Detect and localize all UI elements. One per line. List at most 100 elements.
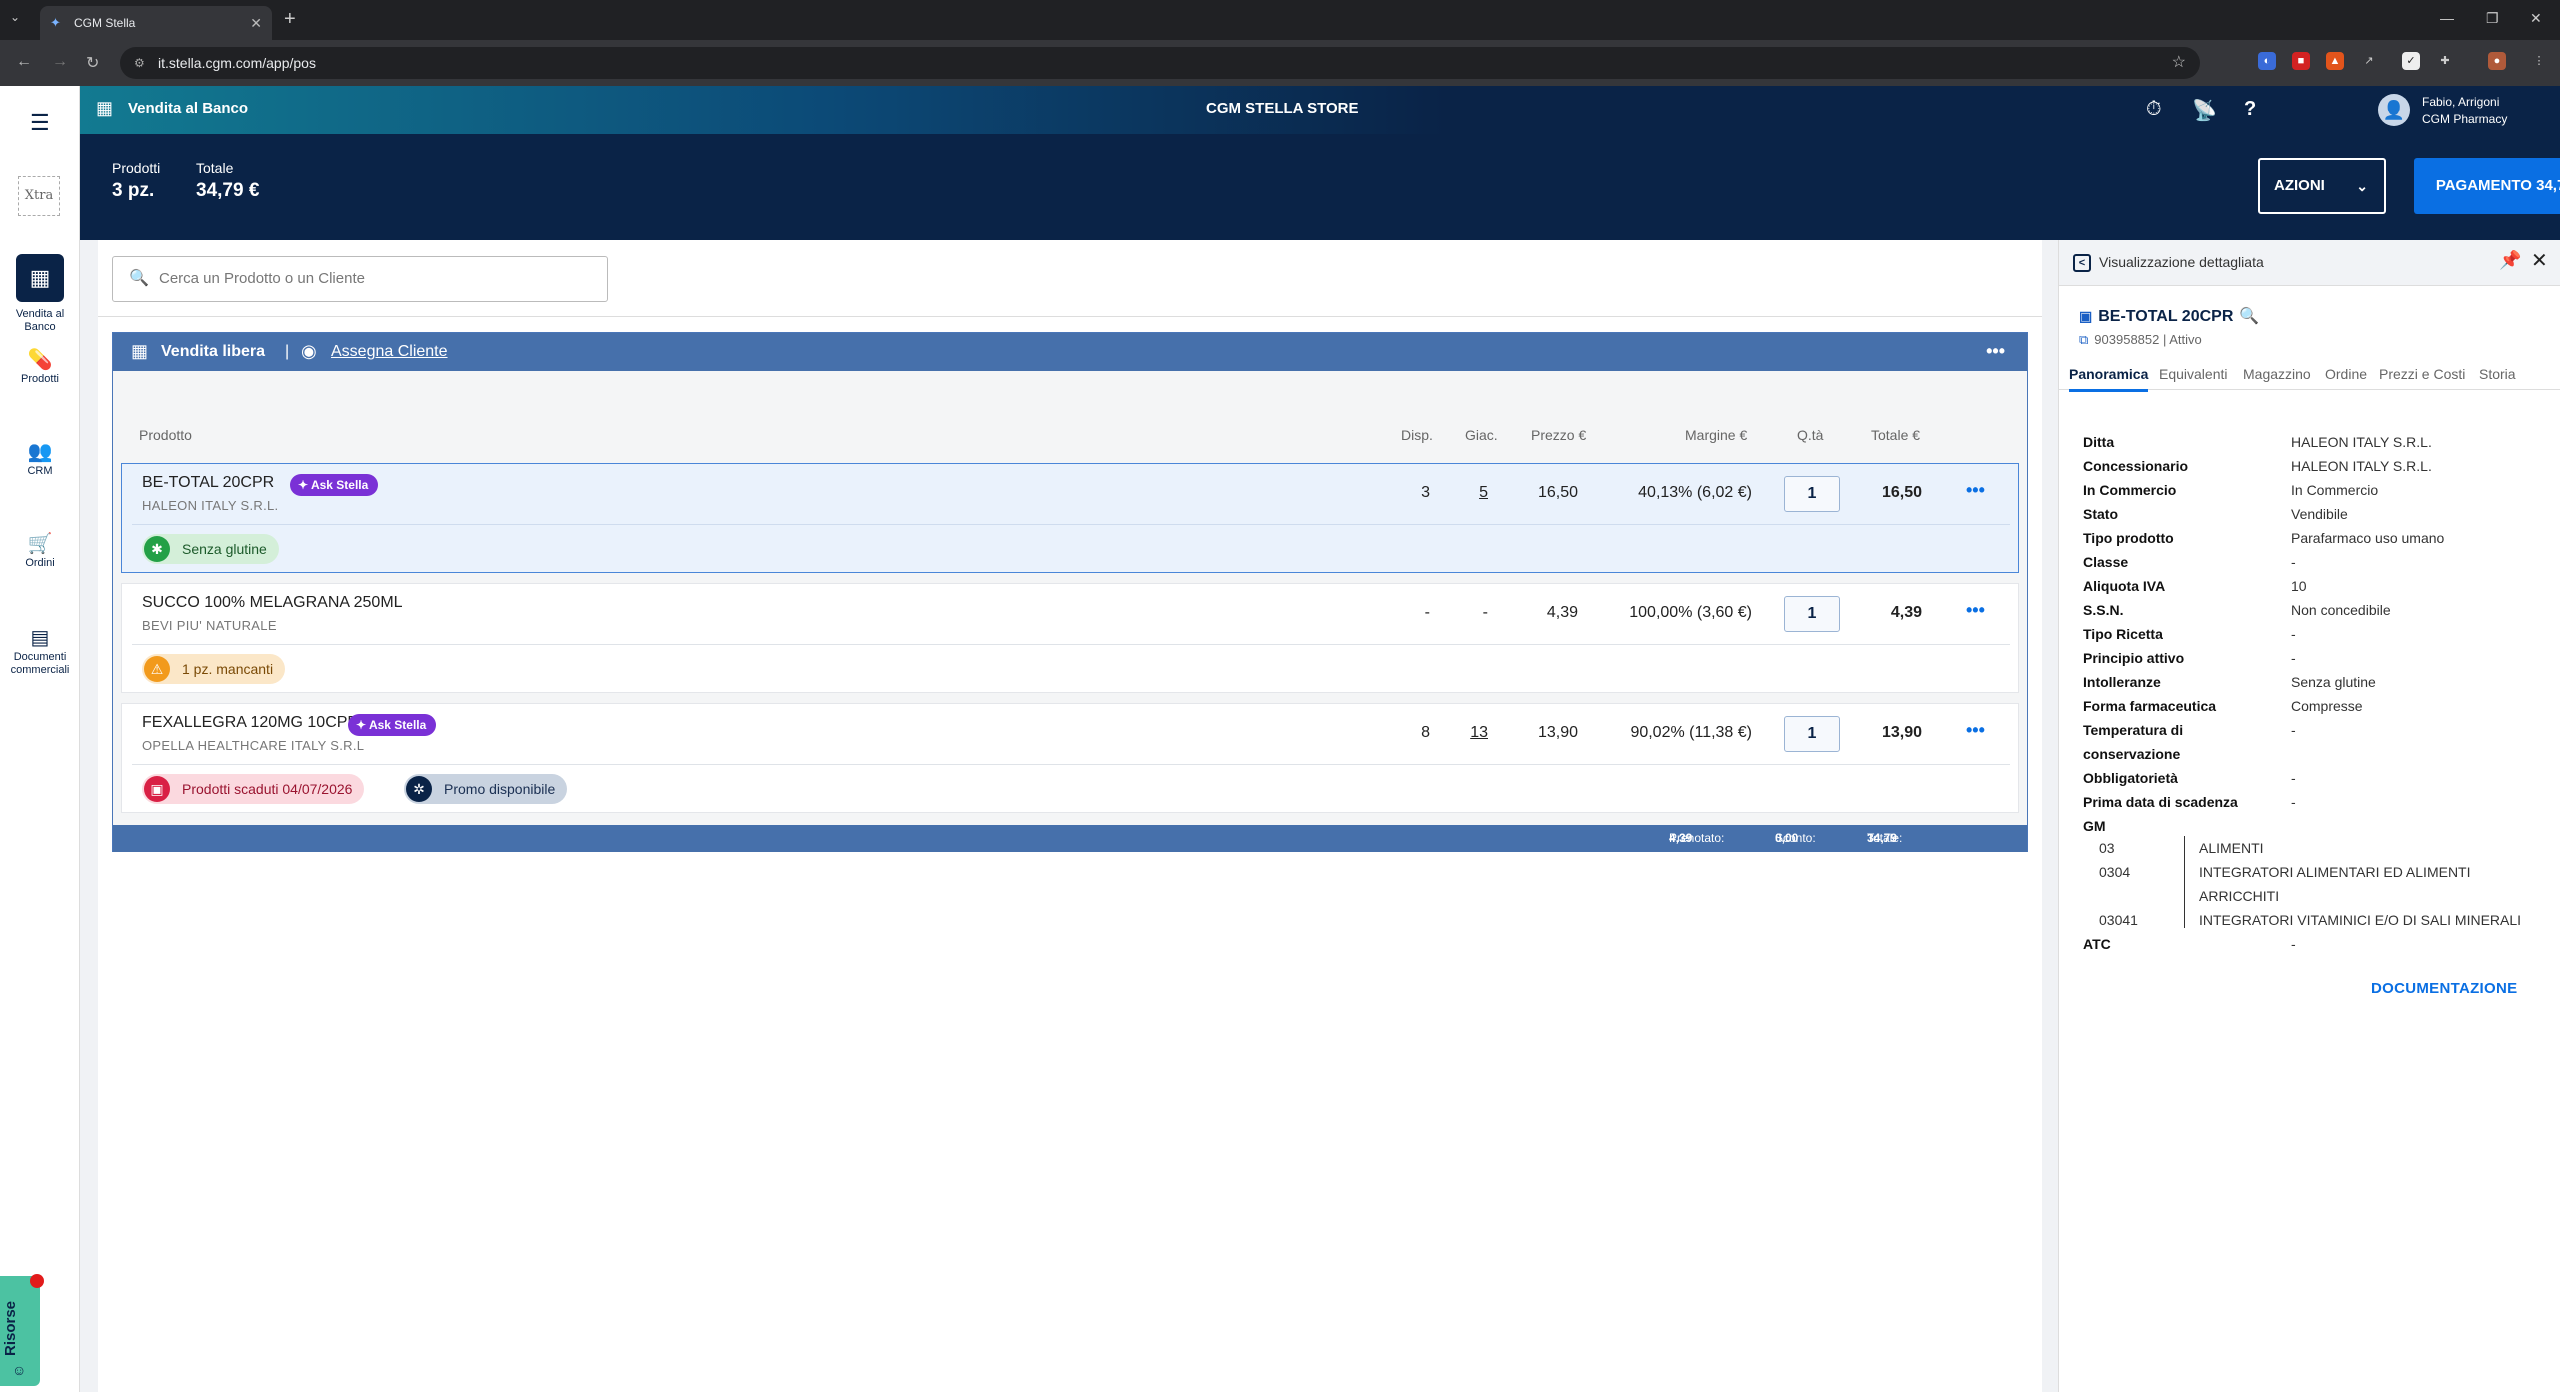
- address-bar[interactable]: ⚙ it.stella.cgm.com/app/pos ☆: [120, 47, 2200, 79]
- window-close-icon[interactable]: ✕: [2530, 10, 2542, 27]
- search-icon: 🔍: [129, 270, 149, 287]
- browser-tab[interactable]: ✦ CGM Stella ✕: [40, 6, 272, 40]
- timer-icon[interactable]: ⏱: [2146, 98, 2162, 121]
- xtra-logo[interactable]: Xtra: [18, 176, 60, 216]
- product-name: SUCCO 100% MELAGRANA 250ML: [142, 594, 403, 611]
- disp-value: -: [1424, 604, 1430, 621]
- minimize-icon[interactable]: —: [2440, 10, 2454, 26]
- tab-equivalenti[interactable]: Equivalenti: [2159, 366, 2228, 382]
- detail-field-row: Concessionario HALEON ITALY S.R.L.: [2083, 454, 2543, 478]
- row-more-icon[interactable]: •••: [1966, 600, 1985, 621]
- field-value: 10: [2291, 578, 2307, 594]
- table-row[interactable]: BE-TOTAL 20CPR ✦ Ask Stella HALEON ITALY…: [121, 463, 2019, 573]
- restore-icon[interactable]: ❐: [2486, 10, 2499, 27]
- reload-icon[interactable]: ↻: [86, 53, 99, 73]
- sidebar-item-label: Documenti commerciali: [10, 651, 70, 676]
- assign-customer-link[interactable]: Assegna Cliente: [331, 343, 448, 361]
- tab-search-icon[interactable]: ⌄: [10, 10, 20, 24]
- quantity-input[interactable]: 1: [1784, 596, 1840, 632]
- help-icon[interactable]: ?: [2244, 98, 2256, 121]
- sidebar-item-prodotti[interactable]: 💊 Prodotti: [0, 350, 80, 386]
- profile-avatar-icon[interactable]: ●: [2488, 52, 2506, 70]
- user-info[interactable]: Fabio, Arrigoni CGM Pharmacy: [2422, 94, 2507, 128]
- browser-tab-title: CGM Stella: [74, 16, 136, 30]
- product-maker: BEVI PIU' NATURALE: [142, 618, 277, 633]
- search-input[interactable]: 🔍 Cerca un Prodotto o un Cliente: [112, 256, 608, 302]
- sidebar-item-vendita[interactable]: ▦ Vendita al Banco: [0, 254, 80, 334]
- row-divider: [132, 524, 2010, 525]
- product-name: FEXALLEGRA 120MG 10CPR: [142, 714, 359, 731]
- broadcast-icon[interactable]: 📡: [2192, 98, 2217, 123]
- row-more-icon[interactable]: •••: [1966, 720, 1985, 741]
- field-label: Intolleranze: [2083, 674, 2161, 690]
- bookmark-star-icon[interactable]: ☆: [2172, 47, 2186, 79]
- field-value: Compresse: [2291, 698, 2363, 714]
- field-label: Principio attivo: [2083, 650, 2185, 666]
- giac-link[interactable]: 5: [1448, 484, 1488, 502]
- close-icon[interactable]: ✕: [2531, 248, 2548, 273]
- ask-stella-badge[interactable]: ✦ Ask Stella: [290, 474, 379, 496]
- tab-storia[interactable]: Storia: [2479, 366, 2516, 382]
- search-icon[interactable]: 🔍: [2239, 308, 2259, 325]
- margin-value: 90,02% (11,38 €): [1630, 724, 1752, 741]
- margin-value: 40,13% (6,02 €): [1638, 484, 1752, 501]
- people-icon: 👥: [27, 441, 53, 463]
- detail-field-row: Classe -: [2083, 550, 2543, 574]
- extensions-puzzle-icon[interactable]: ✚: [2436, 52, 2454, 70]
- detail-field-row: Temperatura di conservazione -: [2083, 718, 2543, 766]
- close-tab-icon[interactable]: ✕: [250, 15, 262, 32]
- box-icon: ▣: [2079, 308, 2093, 324]
- extension-flame-icon[interactable]: ▲: [2326, 52, 2344, 70]
- sidebar-item-crm[interactable]: 👥 CRM: [0, 441, 80, 478]
- collapse-panel-icon[interactable]: <: [2073, 254, 2091, 272]
- tab-magazzino[interactable]: Magazzino: [2243, 366, 2311, 382]
- detail-field-row: Tipo Ricetta -: [2083, 622, 2543, 646]
- quantity-input[interactable]: 1: [1784, 476, 1840, 512]
- tab-panoramica[interactable]: Panoramica: [2069, 366, 2149, 392]
- ask-stella-badge[interactable]: ✦ Ask Stella: [348, 714, 437, 736]
- field-label: Stato: [2083, 506, 2118, 522]
- site-info-icon[interactable]: ⚙: [134, 47, 145, 79]
- smile-icon: ☺: [12, 1362, 27, 1378]
- register-icon: ▦: [131, 341, 149, 361]
- payment-button[interactable]: PAGAMENTO 34,79 €: [2414, 158, 2560, 214]
- adblock-extension-icon[interactable]: ■: [2292, 52, 2310, 70]
- sidebar-item-label: Vendita al Banco: [15, 308, 65, 333]
- field-label: Tipo Ricetta: [2083, 626, 2163, 642]
- browser-menu-icon[interactable]: ⋮: [2530, 52, 2548, 70]
- tab-prezzi-costi[interactable]: Prezzi e Costi: [2379, 366, 2465, 382]
- row-total: 16,50: [1881, 484, 1922, 501]
- more-options-icon[interactable]: •••: [1986, 341, 2005, 362]
- product-maker: HALEON ITALY S.R.L.: [142, 498, 279, 513]
- detail-field-row: Tipo prodotto Parafarmaco uso umano: [2083, 526, 2543, 550]
- forward-icon[interactable]: →: [52, 53, 68, 71]
- back-icon[interactable]: ←: [16, 53, 32, 71]
- field-label: Ditta: [2083, 434, 2115, 450]
- app-header: ▦ Vendita al Banco CGM STELLA STORE ⏱ 📡 …: [80, 86, 2560, 240]
- detail-field-row: Ditta HALEON ITALY S.R.L.: [2083, 430, 2543, 454]
- sidebar-item-documenti[interactable]: ▤ Documenti commerciali: [0, 628, 80, 677]
- pin-icon[interactable]: 📌: [2499, 250, 2521, 271]
- tab-ordine[interactable]: Ordine: [2325, 366, 2367, 382]
- table-row[interactable]: FEXALLEGRA 120MG 10CPR ✦ Ask Stella OPEL…: [121, 703, 2019, 813]
- user-avatar[interactable]: 👤: [2378, 94, 2410, 126]
- extension-check-icon[interactable]: ✓: [2402, 52, 2420, 70]
- promo-chip[interactable]: ✲ Promo disponibile: [404, 774, 568, 804]
- sidebar-item-ordini[interactable]: 🛒 Ordini: [0, 534, 80, 570]
- detail-field-row: Aliquota IVA 10: [2083, 574, 2543, 598]
- risorse-tab[interactable]: Risorse ☺: [0, 1274, 44, 1386]
- detail-panel: < Visualizzazione dettagliata 📌 ✕ ▣ BE-TO…: [2058, 240, 2560, 1392]
- extension-icon[interactable]: ◐: [2258, 52, 2276, 70]
- browser-toolbar: ← → ↻ ⚙ it.stella.cgm.com/app/pos ☆: [0, 40, 2560, 86]
- giac-link[interactable]: 13: [1448, 724, 1488, 742]
- row-more-icon[interactable]: •••: [1966, 480, 1985, 501]
- extension-arrow-icon[interactable]: ↗: [2360, 52, 2378, 70]
- hamburger-menu-icon[interactable]: ☰: [30, 110, 50, 136]
- quantity-input[interactable]: 1: [1784, 716, 1840, 752]
- table-row[interactable]: SUCCO 100% MELAGRANA 250ML BEVI PIU' NAT…: [121, 583, 2019, 693]
- documentation-link[interactable]: DOCUMENTAZIONE: [2371, 980, 2517, 997]
- expired-products-chip[interactable]: ▣ Prodotti scaduti 04/07/2026: [142, 774, 365, 804]
- copy-icon[interactable]: ⧉: [2079, 332, 2088, 347]
- new-tab-button[interactable]: +: [284, 8, 296, 31]
- azioni-button[interactable]: AZIONI ⌄: [2258, 158, 2386, 214]
